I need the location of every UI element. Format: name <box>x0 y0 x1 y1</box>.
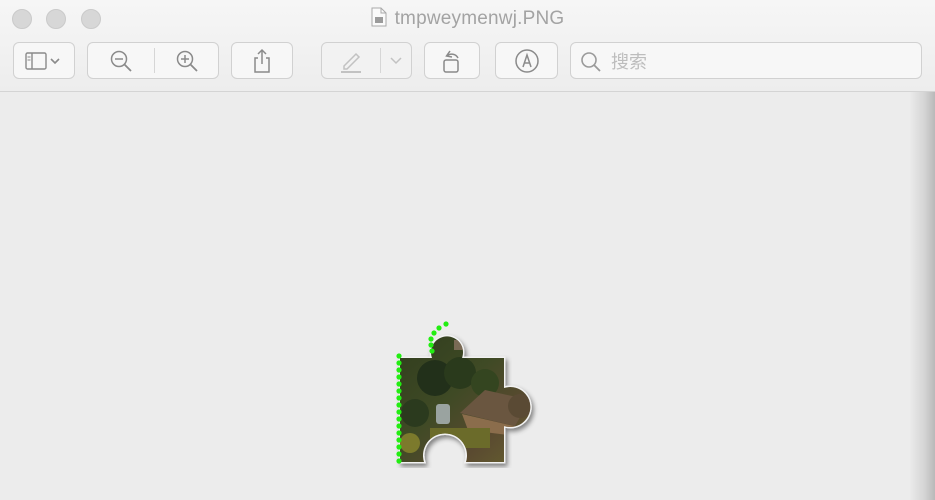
titlebar: tmpweymenwj.PNG <box>0 0 935 92</box>
rotate-button[interactable] <box>424 42 480 79</box>
sidebar-icon <box>24 51 64 71</box>
markup-pen-icon <box>514 48 540 74</box>
highlight-control <box>321 42 412 79</box>
document-icon <box>371 7 387 33</box>
zoom-in-button[interactable] <box>155 43 219 78</box>
share-icon <box>251 48 273 74</box>
preview-window: tmpweymenwj.PNG <box>0 0 935 500</box>
zoom-control <box>87 42 219 79</box>
puzzle-piece-image <box>390 318 550 473</box>
highlight-button[interactable] <box>322 43 380 78</box>
markup-button[interactable] <box>495 42 558 79</box>
window-title-area: tmpweymenwj.PNG <box>0 7 935 33</box>
zoom-in-icon <box>175 49 199 73</box>
search-input[interactable] <box>609 49 913 75</box>
window-edge-shadow <box>909 92 935 500</box>
highlighter-icon <box>337 48 365 74</box>
sidebar-toggle-button[interactable] <box>13 42 75 79</box>
zoom-out-icon <box>109 49 133 73</box>
highlight-menu-button[interactable] <box>381 43 411 78</box>
search-field[interactable] <box>570 42 922 79</box>
chevron-down-icon <box>390 56 402 65</box>
window-title: tmpweymenwj.PNG <box>394 8 565 29</box>
share-button[interactable] <box>231 42 293 79</box>
search-icon <box>580 51 602 78</box>
rotate-icon <box>438 47 466 75</box>
zoom-out-button[interactable] <box>88 43 154 78</box>
